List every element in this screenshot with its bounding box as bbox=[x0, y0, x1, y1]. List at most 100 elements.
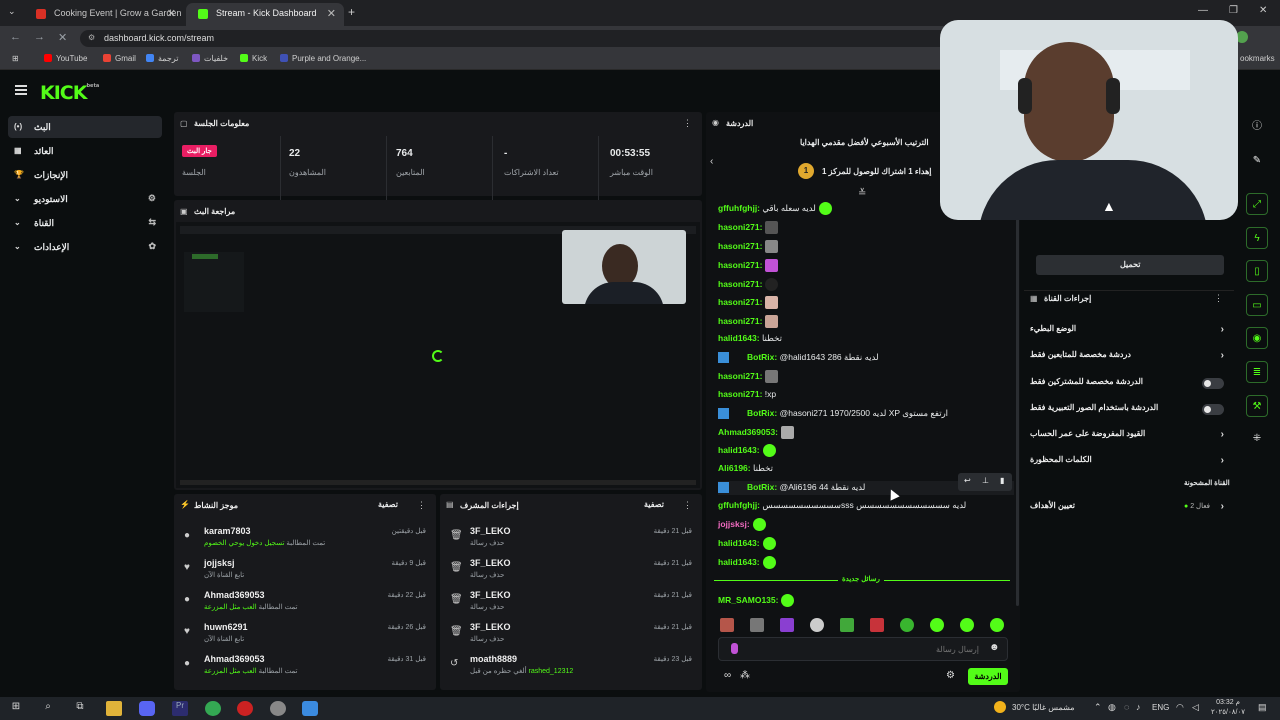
url-field[interactable]: ⚙ dashboard.kick.com/stream bbox=[80, 30, 950, 47]
bookmark-kick[interactable]: Kick bbox=[240, 54, 267, 63]
chat-username[interactable]: BotRix: bbox=[747, 352, 777, 362]
mod-actor[interactable]: rashed_12312 bbox=[529, 668, 574, 675]
app-icon[interactable] bbox=[237, 701, 253, 716]
back-icon[interactable]: ← bbox=[10, 31, 21, 43]
chat-username[interactable]: BotRix: bbox=[747, 408, 777, 418]
bookmark-youtube[interactable]: YouTube bbox=[44, 54, 87, 63]
chat-username[interactable]: hasoni271: bbox=[718, 389, 762, 399]
chat-input[interactable] bbox=[749, 641, 979, 657]
chat-username[interactable]: halid1643: bbox=[718, 557, 760, 567]
chat-scrollbar[interactable] bbox=[1016, 200, 1019, 606]
expand-rail-icon[interactable]: ⤢ bbox=[1246, 193, 1268, 215]
video-progress-bar[interactable] bbox=[180, 480, 696, 485]
clock-time[interactable]: 03:32 م bbox=[1208, 698, 1248, 706]
filter-button[interactable]: تصفية bbox=[644, 500, 664, 509]
emote-icon[interactable] bbox=[870, 618, 884, 632]
minimize-icon[interactable]: — bbox=[1198, 5, 1208, 16]
mod-user[interactable]: 3F_LEKO bbox=[470, 622, 511, 632]
bookmark-gmail[interactable]: Gmail bbox=[103, 54, 136, 63]
chat-username[interactable]: gffuhfghjj: bbox=[718, 500, 760, 510]
emote-icon[interactable] bbox=[750, 618, 764, 632]
chat-username[interactable]: hasoni271: bbox=[718, 260, 762, 270]
chat-username[interactable]: BotRix: bbox=[747, 482, 777, 492]
chat-username[interactable]: MR_SAMO135: bbox=[718, 595, 778, 605]
emote-icon[interactable] bbox=[990, 618, 1004, 632]
chat-username[interactable]: hasoni271: bbox=[718, 241, 762, 251]
emote-icon[interactable] bbox=[720, 618, 734, 632]
stop-icon[interactable]: ✕ bbox=[58, 31, 67, 44]
notification-icon[interactable]: ▤ bbox=[1258, 702, 1267, 713]
more-icon[interactable]: ⋮ bbox=[1214, 293, 1223, 304]
channel-action-followers-only[interactable]: دردشة مخصصة للمتابعين فقط › bbox=[1030, 350, 1226, 368]
delete-icon[interactable]: ▮ bbox=[1000, 476, 1004, 485]
pin-message-icon[interactable]: ⊥ bbox=[982, 476, 989, 485]
premiere-icon[interactable]: Pr bbox=[172, 701, 188, 716]
channel-action-goals[interactable]: تعيين الأهداف ● فعال 2 › bbox=[1030, 501, 1226, 519]
emote-icon[interactable] bbox=[930, 618, 944, 632]
emote-icon[interactable] bbox=[780, 618, 794, 632]
activity-user[interactable]: Ahmad369053 bbox=[204, 590, 265, 600]
edit-rail-icon[interactable]: ✎ bbox=[1246, 150, 1268, 172]
sidebar-item-channel[interactable]: ⌄ القناة ⇆ bbox=[8, 212, 162, 234]
more-icon[interactable]: ⋮ bbox=[683, 500, 692, 511]
wrench-rail-icon[interactable]: ⚒ bbox=[1246, 395, 1268, 417]
maximize-icon[interactable]: ❐ bbox=[1229, 5, 1238, 16]
sidebar-item-stream[interactable]: (•) البث bbox=[8, 116, 162, 138]
infinity-icon[interactable]: ∞ bbox=[724, 670, 731, 681]
chat-username[interactable]: hasoni271: bbox=[718, 222, 762, 232]
emoji-icon[interactable]: ☻ bbox=[989, 642, 1000, 653]
pin-icon[interactable]: ≚ bbox=[858, 188, 866, 199]
search-icon[interactable]: ⌕ bbox=[40, 701, 56, 716]
more-icon[interactable]: ⋮ bbox=[417, 500, 426, 511]
chat-username[interactable]: halid1643: bbox=[718, 445, 760, 455]
chat-rail-icon[interactable]: ▭ bbox=[1246, 294, 1268, 316]
chat-username[interactable]: hasoni271: bbox=[718, 297, 762, 307]
windows-start-icon[interactable]: ⊞ bbox=[8, 701, 24, 716]
activity-user[interactable]: Ahmad369053 bbox=[204, 654, 265, 664]
chevron-left-icon[interactable]: ‹ bbox=[710, 156, 713, 167]
mic-icon[interactable]: ♪ bbox=[1136, 702, 1141, 712]
sidebar-item-revenue[interactable]: ▦ العائد bbox=[8, 140, 162, 162]
emote-icon[interactable] bbox=[960, 618, 974, 632]
apps-icon[interactable]: ⊞ bbox=[12, 54, 19, 63]
broadcast-rail-icon[interactable]: ◉ bbox=[1246, 327, 1268, 349]
chat-username[interactable]: halid1643: bbox=[718, 538, 760, 548]
browser-tab-2[interactable]: Stream - Kick Dashboard ✕ bbox=[186, 3, 344, 26]
language-indicator[interactable]: ENG bbox=[1152, 703, 1169, 712]
people-icon[interactable]: ⁂ bbox=[740, 670, 750, 681]
menu-icon[interactable] bbox=[15, 85, 27, 95]
chrome-icon[interactable] bbox=[205, 701, 221, 716]
chat-input-box[interactable]: ☻ bbox=[718, 637, 1008, 661]
clock-date[interactable]: ٢٠٢٥/٠٨/٠٧ bbox=[1204, 708, 1252, 716]
mod-user[interactable]: 3F_LEKO bbox=[470, 526, 511, 536]
all-bookmarks[interactable]: ookmarks bbox=[1240, 54, 1275, 63]
mod-user[interactable]: 3F_LEKO bbox=[470, 558, 511, 568]
obs-icon[interactable] bbox=[270, 701, 286, 716]
more-icon[interactable]: ⋮ bbox=[683, 118, 692, 129]
bookmark-purple-orange[interactable]: Purple and Orange... bbox=[280, 54, 366, 63]
channel-action-banned-words[interactable]: الكلمات المحظورة › bbox=[1030, 455, 1226, 473]
activity-user[interactable]: jojjsksj bbox=[204, 558, 235, 568]
add-widget-icon[interactable]: ⁜ bbox=[1246, 428, 1268, 450]
mod-user[interactable]: moath8889 bbox=[470, 654, 517, 664]
task-view-icon[interactable]: ⧉ bbox=[72, 701, 88, 716]
new-tab-icon[interactable]: + bbox=[348, 5, 355, 19]
tab-close-icon[interactable]: ✕ bbox=[167, 7, 176, 20]
info-rail-icon[interactable]: ⓘ bbox=[1246, 116, 1268, 138]
browser-tab-1[interactable]: Cooking Event | Grow a Garden ✕ bbox=[24, 3, 184, 26]
chat-username[interactable]: jojjsksj: bbox=[718, 519, 750, 529]
emotes-only-toggle[interactable] bbox=[1202, 404, 1224, 415]
bolt-rail-icon[interactable]: ϟ bbox=[1246, 227, 1268, 249]
reply-icon[interactable]: ↩ bbox=[964, 476, 971, 485]
tab-close-icon[interactable]: ✕ bbox=[327, 7, 336, 20]
gear-icon[interactable]: ⚙ bbox=[946, 670, 955, 681]
tab-search-icon[interactable]: ⌄ bbox=[8, 6, 16, 17]
tablet-rail-icon[interactable]: ▯ bbox=[1246, 260, 1268, 282]
volume-icon[interactable]: ◁ bbox=[1192, 702, 1199, 713]
chat-username[interactable]: hasoni271: bbox=[718, 316, 762, 326]
site-info-icon[interactable]: ⚙ bbox=[88, 33, 95, 42]
chat-send-button[interactable]: الدردشة bbox=[968, 668, 1008, 685]
emote-icon[interactable] bbox=[810, 618, 824, 632]
microphone-icon[interactable] bbox=[731, 643, 738, 654]
chat-username[interactable]: gffuhfghjj: bbox=[718, 203, 760, 213]
